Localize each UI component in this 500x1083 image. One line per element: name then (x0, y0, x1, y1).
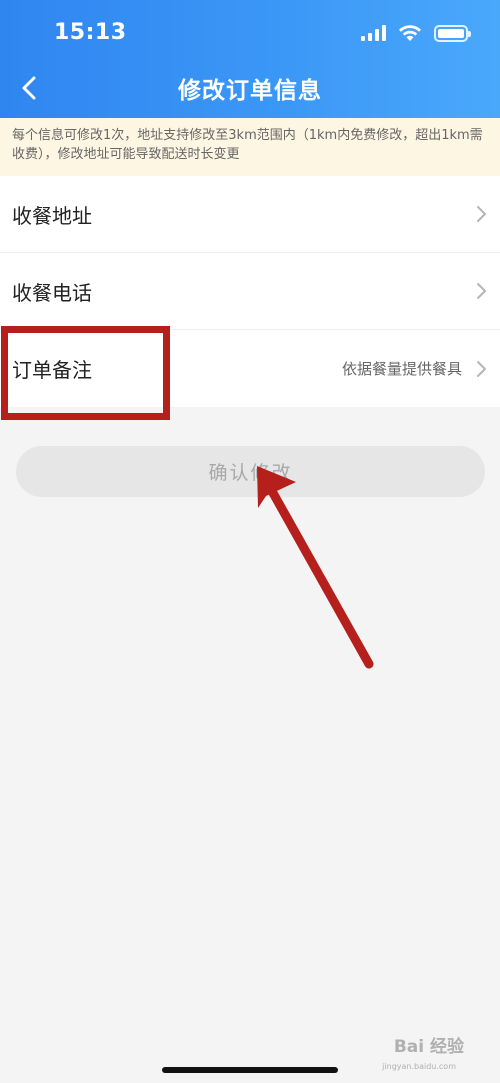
list-item-delivery-phone[interactable]: 收餐电话 (0, 253, 500, 330)
status-icons (361, 24, 471, 42)
list-item-order-remark[interactable]: 订单备注 依据餐量提供餐具 (0, 330, 500, 407)
chevron-right-icon (477, 283, 486, 299)
chevron-right-icon (477, 206, 486, 222)
list-item-label: 收餐电话 (12, 280, 92, 305)
list-item-value: 依据餐量提供餐具 (341, 360, 462, 378)
home-indicator[interactable] (162, 1067, 338, 1073)
notice-banner: 每个信息可修改1次，地址支持修改至3km范围内（1km内免费修改，超出1km需收… (0, 118, 500, 176)
wifi-icon (399, 25, 421, 41)
screen: 15:13 修改订单信息 每个信息可修改1次，地址支持修改至3km范围内（1km… (0, 0, 500, 1083)
list-item-label: 订单备注 (12, 358, 92, 382)
status-time: 15:13 (54, 20, 127, 45)
order-info-list: 收餐地址 收餐电话 订单备注 依据餐量提供餐具 (0, 176, 500, 407)
watermark-logo: Bai 经验 (393, 1037, 464, 1057)
signal-icon (361, 25, 386, 41)
watermark-url: jingyan.baidu.com (382, 1062, 456, 1071)
list-item-label: 收餐地址 (12, 203, 92, 228)
battery-icon (434, 24, 471, 42)
header: 15:13 修改订单信息 (0, 0, 500, 118)
chevron-right-icon (477, 360, 486, 377)
confirm-button[interactable]: 确认修改 (16, 446, 485, 497)
list-item-delivery-address[interactable]: 收餐地址 (0, 176, 500, 253)
page-title: 修改订单信息 (178, 78, 322, 104)
